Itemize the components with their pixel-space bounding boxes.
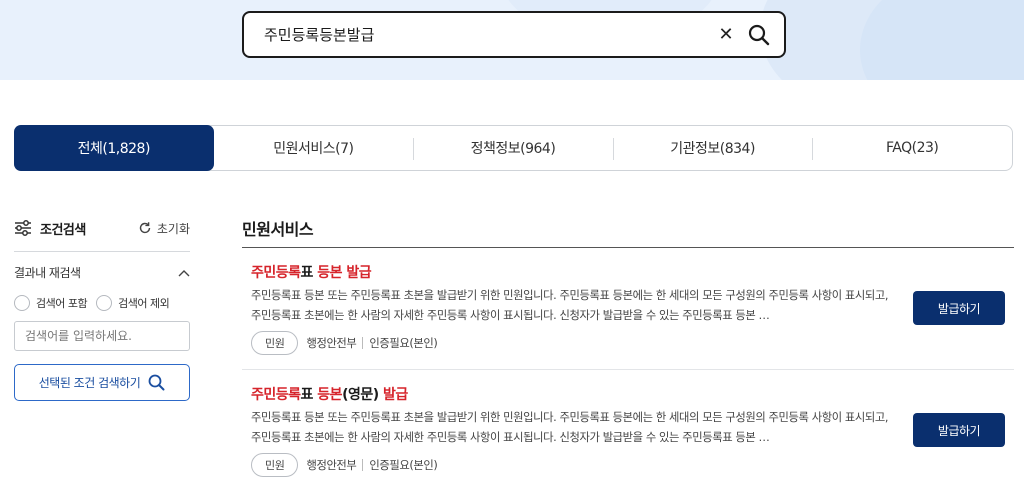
result-item: 주민등록표 등본 발급 주민등록표 등본 또는 주민등록표 초본을 발급받기 위… (242, 248, 1014, 370)
result-title[interactable]: 주민등록표 등본(영문) 발급 (251, 384, 408, 404)
agency-name: 행정안전부 (306, 337, 357, 350)
divider (14, 251, 190, 252)
tab-faq[interactable]: FAQ(23) (812, 126, 1012, 170)
condition-search-header: 조건검색 초기화 (14, 215, 190, 241)
auth-requirement: 인증필요(본인) (369, 459, 438, 472)
result-description: 주민등록표 등본 또는 주민등록표 초본을 발급받기 위한 민원입니다. 주민등… (251, 289, 889, 322)
result-title[interactable]: 주민등록표 등본 발급 (251, 262, 372, 282)
title-highlight: 등본 발급 (317, 265, 372, 281)
agency-name: 행정안전부 (306, 459, 357, 472)
search-within-options: 검색어 포함 검색어 제외 (14, 295, 190, 311)
radio-exclude-keyword[interactable]: 검색어 제외 (96, 295, 170, 311)
type-badge: 민원 (251, 331, 299, 355)
reset-label: 초기화 (156, 221, 190, 236)
condition-search-label: 조건검색 (40, 222, 86, 238)
result-meta: 민원 행정안전부 인증필요(본인) (251, 453, 438, 477)
title-highlight: 등본 (317, 387, 343, 403)
title-text: 표 (300, 265, 318, 281)
reset-button[interactable]: 초기화 (138, 220, 190, 237)
type-badge: 민원 (251, 453, 299, 477)
issue-button[interactable]: 발급하기 (913, 413, 1005, 447)
condition-search-title: 조건검색 (14, 219, 86, 238)
title-text: 표 (300, 387, 318, 403)
radio-circle[interactable] (96, 295, 113, 311)
close-icon[interactable]: ✕ (716, 24, 736, 45)
radio-exclude-label: 검색어 제외 (118, 297, 170, 310)
search-icon[interactable] (746, 22, 772, 48)
meta-divider (362, 337, 364, 349)
auth-requirement: 인증필요(본인) (369, 337, 438, 350)
search-bar: ✕ (242, 11, 786, 58)
chevron-up-icon (178, 269, 190, 276)
result-description: 주민등록표 등본 또는 주민등록표 초본을 발급받기 위한 민원입니다. 주민등… (251, 411, 889, 444)
refresh-icon (139, 222, 151, 234)
condition-search-button-label: 선택된 조건 검색하기 (38, 376, 141, 390)
title-highlight: 주민등록 (251, 387, 301, 403)
condition-search-panel: 조건검색 초기화 결과내 재검색 검색어 포함 검색어 제외 선택된 조건 검색… (14, 215, 190, 401)
radio-include-label: 검색어 포함 (36, 297, 88, 310)
banner-decoration (860, 0, 1024, 80)
sliders-icon (15, 220, 31, 236)
result-category-tabs: 전체(1,828) 민원서비스(7) 정책정보(964) 기관정보(834) F… (14, 125, 1013, 171)
condition-search-button[interactable]: 선택된 조건 검색하기 (14, 364, 190, 401)
title-text: (영문) (342, 387, 383, 403)
within-search-input[interactable] (14, 321, 190, 351)
result-item: 주민등록표 등본(영문) 발급 주민등록표 등본 또는 주민등록표 초본을 발급… (242, 370, 1014, 480)
title-highlight: 주민등록 (251, 265, 301, 281)
tab-civil-service[interactable]: 민원서비스(7) (214, 126, 414, 170)
result-meta: 민원 행정안전부 인증필요(본인) (251, 331, 438, 355)
issue-button[interactable]: 발급하기 (913, 291, 1005, 325)
radio-circle[interactable] (14, 295, 30, 311)
title-highlight: 발급 (383, 387, 408, 403)
meta-divider (362, 459, 364, 471)
search-icon (148, 374, 165, 391)
section-title: 민원서비스 (242, 210, 1014, 248)
results-panel: 민원서비스 주민등록표 등본 발급 주민등록표 등본 또는 주민등록표 초본을 … (242, 210, 1014, 480)
radio-include-keyword[interactable]: 검색어 포함 (14, 295, 88, 311)
tab-agency-info[interactable]: 기관정보(834) (612, 126, 813, 170)
tab-all[interactable]: 전체(1,828) (14, 125, 214, 171)
tab-policy-info[interactable]: 정책정보(964) (413, 126, 613, 170)
search-within-label: 결과내 재검색 (14, 266, 81, 280)
search-input[interactable] (264, 25, 716, 44)
search-within-toggle[interactable]: 결과내 재검색 (14, 264, 190, 281)
